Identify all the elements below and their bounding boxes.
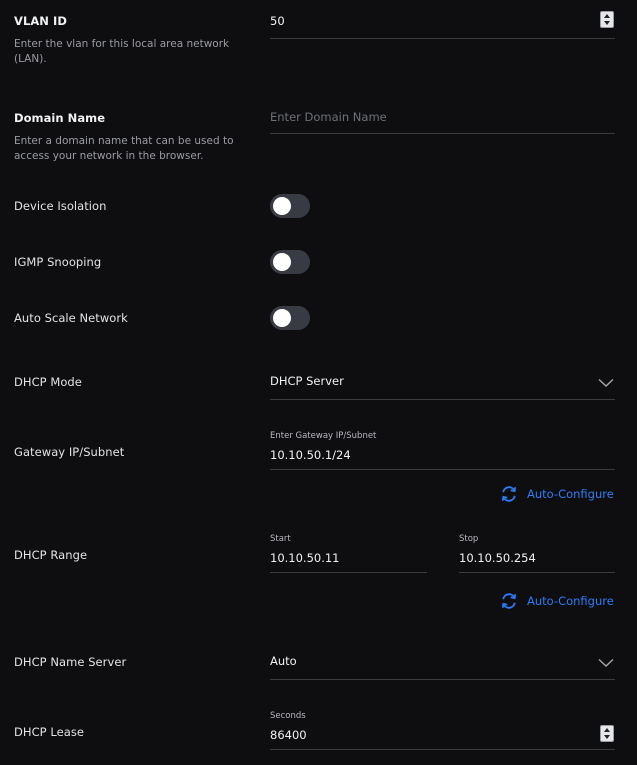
vlan-id-description: Enter the vlan for this local area netwo… <box>14 38 230 65</box>
dhcp-range-stop-field[interactable]: 10.10.50.254 <box>459 545 615 573</box>
gateway-caption: Enter Gateway IP/Subnet <box>270 431 377 441</box>
stepper-up-icon[interactable] <box>604 13 610 18</box>
vlan-id-label: VLAN ID <box>14 14 67 28</box>
gateway-auto-configure-button[interactable]: Auto-Configure <box>500 485 614 503</box>
toggle-knob <box>273 197 291 215</box>
vlan-id-stepper[interactable] <box>600 11 614 28</box>
dhcp-range-start-caption: Start <box>270 534 291 544</box>
igmp-snooping-toggle[interactable] <box>270 250 310 274</box>
domain-name-placeholder: Enter Domain Name <box>270 110 387 124</box>
domain-name-description: Enter a domain name that can be used to … <box>14 135 234 162</box>
dhcp-range-stop-caption: Stop <box>459 534 479 544</box>
gateway-auto-configure-label: Auto-Configure <box>527 487 614 501</box>
dhcp-lease-field[interactable]: 86400 <box>270 722 615 750</box>
chevron-down-icon[interactable] <box>598 658 614 668</box>
stepper-down-icon[interactable] <box>604 735 610 740</box>
gateway-label: Gateway IP/Subnet <box>14 445 125 459</box>
gateway-field[interactable]: 10.10.50.1/24 <box>270 442 615 470</box>
dhcp-mode-select[interactable]: DHCP Server <box>270 368 615 400</box>
dhcp-range-label: DHCP Range <box>14 548 88 562</box>
toggle-knob <box>273 309 291 327</box>
stepper-up-icon[interactable] <box>604 727 610 732</box>
domain-name-field[interactable]: Enter Domain Name <box>270 104 615 134</box>
network-settings-form: VLAN ID Enter the vlan for this local ar… <box>0 0 637 765</box>
dhcp-name-server-selected: Auto <box>270 654 297 668</box>
toggle-knob <box>273 253 291 271</box>
igmp-snooping-label: IGMP Snooping <box>14 255 102 269</box>
auto-scale-network-toggle[interactable] <box>270 306 310 330</box>
domain-name-label: Domain Name <box>14 111 106 125</box>
dhcp-lease-label: DHCP Lease <box>14 725 85 739</box>
vlan-id-field[interactable]: 50 <box>270 8 615 39</box>
device-isolation-toggle[interactable] <box>270 194 310 218</box>
dhcp-range-start-value: 10.10.50.11 <box>270 551 340 565</box>
dhcp-lease-stepper[interactable] <box>600 725 614 742</box>
dhcp-range-start-field[interactable]: 10.10.50.11 <box>270 545 427 573</box>
auto-scale-network-label: Auto Scale Network <box>14 311 128 325</box>
dhcp-name-server-label: DHCP Name Server <box>14 655 127 669</box>
dhcp-name-server-select[interactable]: Auto <box>270 648 615 680</box>
dhcp-lease-caption: Seconds <box>270 711 306 721</box>
chevron-down-icon[interactable] <box>598 378 614 388</box>
dhcp-range-auto-configure-button[interactable]: Auto-Configure <box>500 592 614 610</box>
stepper-down-icon[interactable] <box>604 21 610 26</box>
dhcp-range-auto-configure-label: Auto-Configure <box>527 594 614 608</box>
dhcp-mode-label: DHCP Mode <box>14 375 82 389</box>
dhcp-range-stop-value: 10.10.50.254 <box>459 551 536 565</box>
refresh-icon <box>501 593 517 609</box>
device-isolation-label: Device Isolation <box>14 199 107 213</box>
dhcp-mode-selected: DHCP Server <box>270 374 344 388</box>
gateway-value: 10.10.50.1/24 <box>270 448 351 462</box>
refresh-icon <box>501 486 517 502</box>
vlan-id-value: 50 <box>270 14 285 28</box>
dhcp-lease-value: 86400 <box>270 728 307 742</box>
